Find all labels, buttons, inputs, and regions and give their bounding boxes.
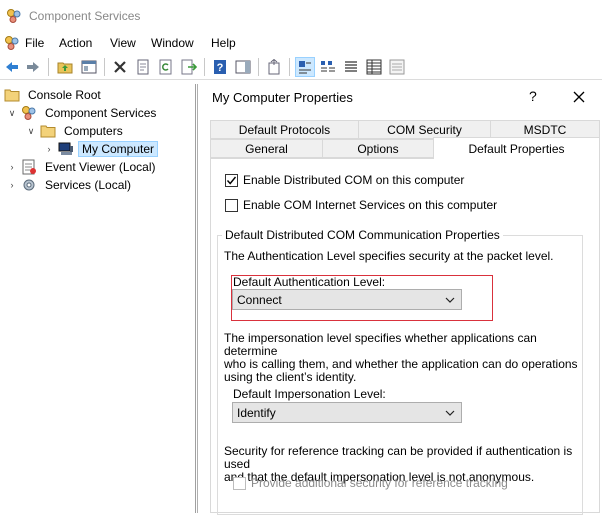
console-tree: Console Root ∨ Component Services ∨ Comp… <box>0 84 196 513</box>
authentication-description: The Authentication Level specifies secur… <box>224 249 554 263</box>
tree-item-label: Console Root <box>28 88 101 102</box>
tree-item-component-services[interactable]: ∨ Component Services <box>6 104 160 122</box>
tree-item-label: Component Services <box>45 106 157 120</box>
checkbox-box[interactable] <box>233 476 246 490</box>
chevron-right-icon[interactable]: › <box>6 161 18 173</box>
tab-label: Default Protocols <box>238 122 331 137</box>
help-button[interactable]: ? <box>529 88 537 104</box>
chevron-down-icon[interactable]: ∨ <box>25 125 37 137</box>
tree-item-console-root[interactable]: Console Root <box>4 86 105 104</box>
tab-default-properties[interactable]: Default Properties <box>433 137 600 159</box>
small-icons-view-icon[interactable] <box>318 57 338 77</box>
toolbar-separator <box>104 58 105 76</box>
component-services-menu-icon[interactable] <box>4 35 20 51</box>
help-icon[interactable]: ? <box>210 57 230 77</box>
menu-action[interactable]: Action <box>59 36 92 50</box>
properties-icon[interactable] <box>133 57 153 77</box>
close-icon[interactable] <box>568 86 590 108</box>
checkbox-label: Enable Distributed COM on this computer <box>243 173 465 187</box>
tab-label: Default Properties <box>468 141 565 156</box>
tree-item-label: My Computer <box>78 141 159 157</box>
status-view-icon[interactable] <box>387 57 407 77</box>
description-line: The impersonation level specifies whethe… <box>224 331 537 358</box>
tree-item-my-computer[interactable]: › My Computer <box>43 140 159 158</box>
checkbox-label: Provide additional security for referenc… <box>251 476 508 490</box>
tab-label: MSDTC <box>523 122 567 137</box>
forward-icon[interactable] <box>23 57 43 77</box>
enable-com-internet-services-checkbox[interactable]: Enable COM Internet Services on this com… <box>225 198 497 212</box>
export-list-icon[interactable] <box>179 57 199 77</box>
toolbar-separator <box>289 58 290 76</box>
tree-item-services[interactable]: › Services (Local) <box>6 176 135 194</box>
toolbar-separator <box>204 58 205 76</box>
tab-label: Options <box>357 141 399 156</box>
properties-dialog: My Computer Properties ? Default Protoco… <box>197 84 602 515</box>
toolbar: ? <box>0 54 602 80</box>
tab-options[interactable]: Options <box>322 139 434 158</box>
refresh-icon[interactable] <box>156 57 176 77</box>
tab-label: COM Security <box>387 122 462 137</box>
tree-item-computers[interactable]: ∨ Computers <box>25 122 127 140</box>
chevron-right-icon[interactable]: › <box>43 143 55 155</box>
checkbox-box[interactable] <box>225 173 238 187</box>
toolbar-separator <box>258 58 259 76</box>
tab-default-protocols[interactable]: Default Protocols <box>210 120 359 139</box>
checkmark-icon <box>226 176 237 185</box>
tree-item-label: Services (Local) <box>45 178 132 192</box>
menu-view[interactable]: View <box>110 36 136 50</box>
delete-icon[interactable] <box>110 57 130 77</box>
menu-help[interactable]: Help <box>211 36 236 50</box>
show-hide-action-pane-icon[interactable] <box>233 57 253 77</box>
component-services-app-icon <box>7 9 21 23</box>
tree-item-event-viewer[interactable]: › Event Viewer (Local) <box>6 158 160 176</box>
default-properties-panel: Enable Distributed COM on this computer … <box>210 158 600 515</box>
checkbox-box[interactable] <box>225 198 238 212</box>
chevron-down-icon <box>445 410 455 416</box>
toolbar-separator <box>48 58 49 76</box>
impersonation-level-label: Default Impersonation Level: <box>233 387 386 401</box>
highlight-annotation <box>231 275 493 321</box>
title-bar: Component Services <box>0 0 602 32</box>
group-legend: Default Distributed COM Communication Pr… <box>222 228 503 242</box>
impersonation-level-select[interactable]: Identify <box>232 402 462 423</box>
folder-icon <box>40 125 56 138</box>
detail-view-icon[interactable] <box>364 57 384 77</box>
tab-general[interactable]: General <box>210 139 323 158</box>
back-icon[interactable] <box>2 57 22 77</box>
computer-icon <box>58 142 73 155</box>
show-hide-tree-icon[interactable] <box>79 57 99 77</box>
dialog-title: My Computer Properties <box>212 90 353 105</box>
services-icon <box>23 179 35 191</box>
list-view-icon[interactable] <box>341 57 361 77</box>
folder-icon <box>4 89 20 102</box>
svg-text:?: ? <box>217 62 224 74</box>
checkbox-label: Enable COM Internet Services on this com… <box>243 198 498 212</box>
chevron-right-icon[interactable]: › <box>6 179 18 191</box>
up-folder-icon[interactable] <box>55 57 75 77</box>
tree-item-label: Event Viewer (Local) <box>45 160 156 174</box>
menu-file[interactable]: File <box>25 36 44 50</box>
window-title: Component Services <box>29 9 141 23</box>
new-window-icon[interactable] <box>264 57 284 77</box>
tab-label: General <box>245 141 288 156</box>
menu-window[interactable]: Window <box>151 36 194 50</box>
tree-item-label: Computers <box>64 124 123 138</box>
chevron-down-icon[interactable]: ∨ <box>6 107 18 119</box>
large-icons-view-icon[interactable] <box>295 57 315 77</box>
component-services-icon <box>22 106 36 120</box>
menu-bar: File Action View Window Help <box>0 32 602 54</box>
combo-value: Identify <box>237 405 276 420</box>
description-line: using the client’s identity. <box>224 370 357 384</box>
event-viewer-icon <box>22 159 36 175</box>
reference-tracking-checkbox[interactable]: Provide additional security for referenc… <box>233 476 508 490</box>
impersonation-description: The impersonation level specifies whethe… <box>224 332 582 384</box>
enable-dcom-checkbox[interactable]: Enable Distributed COM on this computer <box>225 173 464 187</box>
description-line: Security for reference tracking can be p… <box>224 444 573 471</box>
